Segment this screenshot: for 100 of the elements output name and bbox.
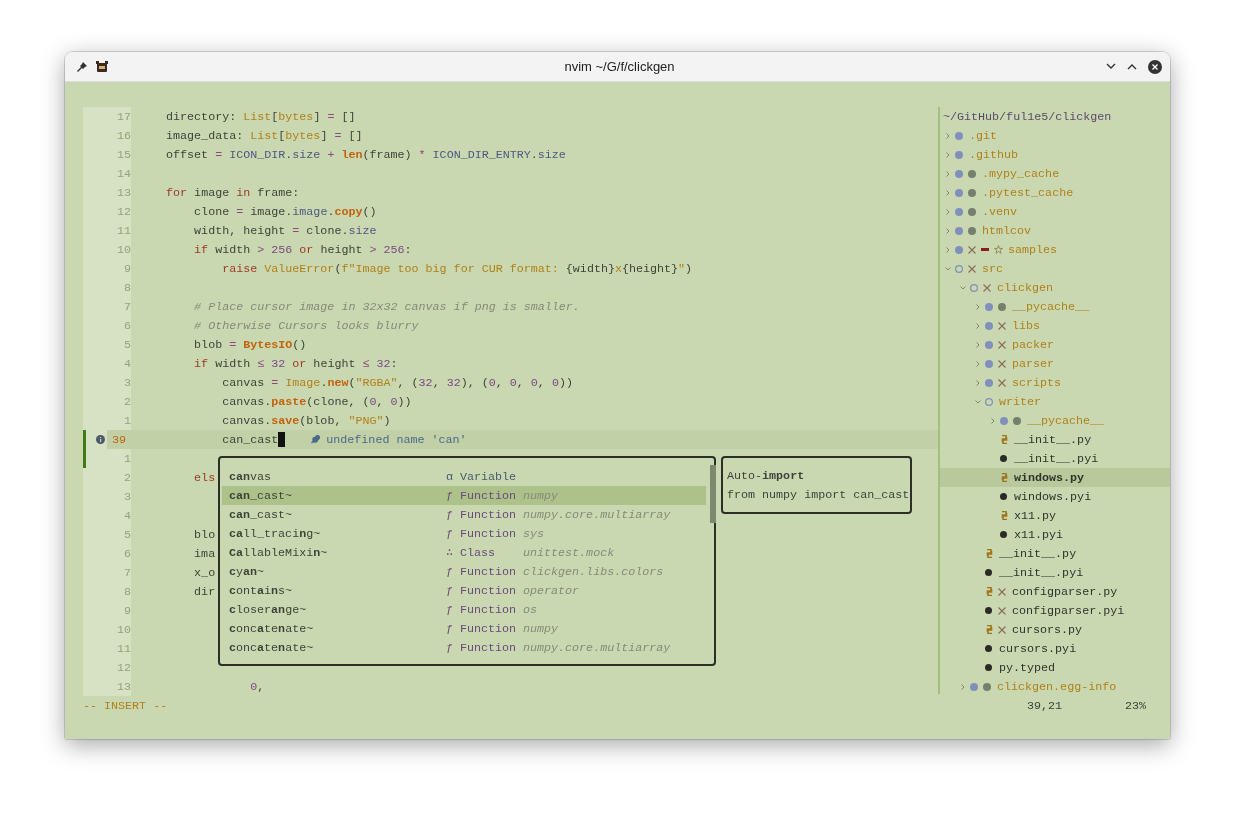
scrollbar[interactable]	[710, 465, 716, 523]
ring-icon	[985, 397, 993, 406]
completion-item[interactable]: concatenate~ ƒ Function numpy	[222, 619, 706, 638]
code-line: image_data: List[bytes] = []	[165, 128, 363, 143]
line-number: 17	[107, 107, 131, 126]
window-title: nvim ~/G/f/clickgen	[563, 59, 676, 74]
maximize-icon[interactable]	[1127, 63, 1137, 70]
line-number: 9	[107, 601, 131, 620]
tree-item[interactable]: windows.py	[940, 468, 1170, 487]
cross-icon	[998, 378, 1006, 387]
tree-item[interactable]: x11.pyi	[940, 525, 1170, 544]
tree-item-label: __init__.py	[999, 546, 1077, 561]
tree-item-label: .mypy_cache	[982, 166, 1060, 181]
completion-item[interactable]: can_cast~ ƒ Function numpy.core.multiarray	[222, 505, 706, 524]
completion-item[interactable]: contains~ ƒ Function operator	[222, 581, 706, 600]
minimize-icon[interactable]	[1106, 63, 1116, 70]
tree-root-path: ~/GitHub/ful1e5/clickgen	[942, 109, 1112, 124]
line-number: 11	[107, 639, 131, 658]
python-file-icon	[985, 625, 994, 634]
python-file-icon	[985, 549, 994, 558]
info-icon	[95, 435, 105, 444]
completion-item[interactable]: closerange~ ƒ Function os	[222, 600, 706, 619]
file-dot-icon	[985, 569, 992, 576]
tree-item-label: src	[982, 261, 1004, 276]
line-number: 8	[107, 278, 131, 297]
python-file-icon	[1000, 511, 1009, 520]
mode-indicator: -- INSERT --	[83, 698, 169, 713]
scroll-percent: 23%	[1125, 698, 1147, 713]
code-line: if width > 256 or height > 256:	[193, 242, 412, 257]
text-cursor	[278, 432, 286, 447]
line-number: 9	[107, 259, 131, 278]
code-line: blob = BytesIO()	[193, 337, 307, 352]
line-number: 6	[107, 544, 131, 563]
tree-item-label: .pytest_cache	[982, 185, 1074, 200]
diagnostic-message: undefined name 'can'	[326, 432, 467, 447]
tree-item[interactable]: x11.py	[940, 506, 1170, 525]
line-number: 11	[107, 221, 131, 240]
completion-item[interactable]: call_tracing~ ƒ Function sys	[222, 524, 706, 543]
file-dot-icon	[1000, 493, 1007, 500]
tree-item-label: __init__.pyi	[1014, 451, 1099, 466]
code-line: canvas = Image.new("RGBA", (32, 32), (0, 0, 0, 0))	[221, 375, 573, 390]
code-line: raise ValueError(f"Image too big for CUR format: {width}x{height}")	[221, 261, 693, 276]
tree-item-label: clickgen.egg-info	[997, 679, 1117, 694]
tree-item[interactable]: configparser.py	[940, 582, 1170, 601]
cursor-position: 39,21	[1027, 698, 1064, 713]
completion-item[interactable]: concatenate~ ƒ Function numpy.core.multiarray	[222, 638, 706, 657]
tree-item[interactable]: __init__.pyi	[940, 563, 1170, 582]
close-icon[interactable]	[1148, 59, 1162, 74]
line-number: 39	[107, 430, 131, 449]
tree-item-label: x11.pyi	[1014, 527, 1064, 542]
tree-item-label: cursors.py	[1012, 622, 1083, 637]
tree-item-label: .github	[969, 147, 1019, 162]
tree-item[interactable]: __init__.py	[940, 430, 1170, 449]
line-number: 6	[107, 316, 131, 335]
code-line: # Otherwise Cursors looks blurry	[193, 318, 419, 333]
cross-icon	[998, 321, 1006, 330]
file-dot-icon	[985, 607, 992, 614]
line-number: 8	[107, 582, 131, 601]
line-number: 4	[107, 506, 131, 525]
python-file-icon	[1000, 473, 1009, 482]
completion-item[interactable]: canvas α Variable	[222, 467, 706, 486]
tree-item[interactable]: __init__.pyi	[940, 449, 1170, 468]
code-line: canvas.paste(clone, (0, 0))	[221, 394, 412, 409]
tree-item-label: windows.pyi	[1014, 489, 1092, 504]
tree-item-label: .venv	[982, 204, 1018, 219]
completion-item[interactable]: can_cast~ ƒ Function numpy	[222, 486, 706, 505]
tree-item-label: x11.py	[1014, 508, 1057, 523]
code-line: # Place cursor image in 32x32 canvas if png is smaller.	[193, 299, 580, 314]
line-number: 15	[107, 145, 131, 164]
cross-icon	[998, 340, 1006, 349]
line-number: 14	[107, 164, 131, 183]
pin-icon[interactable]	[77, 61, 87, 72]
tree-item-label: py.typed	[999, 660, 1056, 675]
cross-icon	[968, 264, 976, 273]
tree-item-label: clickgen	[997, 280, 1054, 295]
tree-item[interactable]: __init__.py	[940, 544, 1170, 563]
tree-item[interactable]: cursors.py	[940, 620, 1170, 639]
line-number: 13	[107, 677, 131, 696]
completion-item[interactable]: cyan~ ƒ Function clickgen.libs.colors	[222, 562, 706, 581]
cross-icon	[998, 359, 1006, 368]
tree-item[interactable]: configparser.pyi	[940, 601, 1170, 620]
doc-title: Auto-import	[727, 468, 806, 485]
tree-item-label: __pycache__	[1027, 413, 1105, 428]
line-number: 13	[107, 183, 131, 202]
code-line: if width ≤ 32 or height ≤ 32:	[193, 356, 398, 371]
tree-item-label: htmlcov	[982, 223, 1032, 238]
tree-item[interactable]: cursors.pyi	[940, 639, 1170, 658]
line-number: 7	[107, 563, 131, 582]
completion-item[interactable]: CallableMixin~ ∴ Class unittest.mock	[222, 543, 706, 562]
tree-item[interactable]: py.typed	[940, 658, 1170, 677]
dash-icon	[981, 248, 989, 251]
line-number: 5	[107, 335, 131, 354]
tree-item-label: __pycache__	[1012, 299, 1090, 314]
tree-item-label: configparser.pyi	[1012, 603, 1125, 618]
line-number: 10	[107, 620, 131, 639]
code-line: dir	[193, 584, 216, 599]
python-file-icon	[1000, 435, 1009, 444]
tree-item[interactable]: windows.pyi	[940, 487, 1170, 506]
file-dot-icon	[1000, 531, 1007, 538]
line-number: 2	[107, 468, 131, 487]
